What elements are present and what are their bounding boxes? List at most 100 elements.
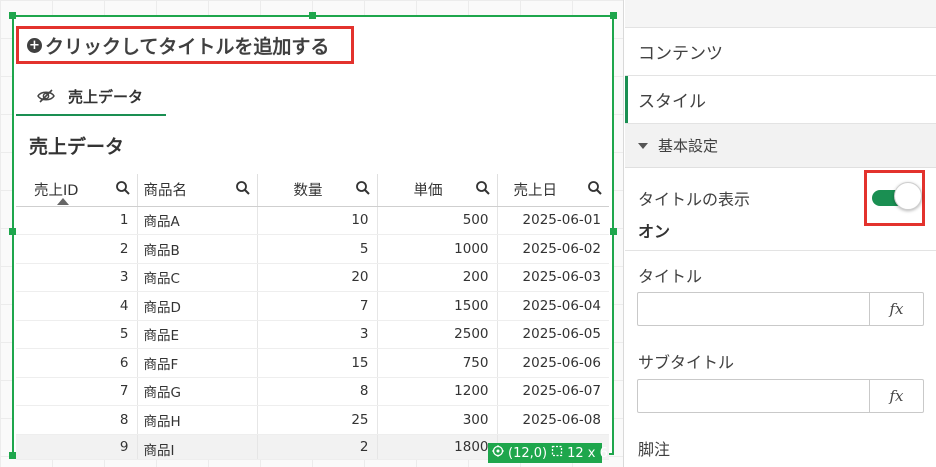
- cell-product: 商品A: [137, 206, 258, 235]
- cell-sales-id: 6: [16, 348, 138, 378]
- column-header-unit-price[interactable]: 単価: [377, 174, 498, 207]
- cell-unit-price: 1200: [377, 377, 498, 406]
- show-title-value: オン: [638, 222, 671, 241]
- column-header-label: 数量: [293, 183, 323, 200]
- cell-product: 商品I: [137, 434, 258, 460]
- cell-sales-id: 7: [16, 377, 138, 406]
- cell-product: 商品F: [137, 348, 258, 378]
- add-title-label: クリックしてタイトルを追加する: [45, 35, 330, 58]
- cell-quantity: 20: [257, 263, 378, 292]
- section-style[interactable]: スタイル: [625, 76, 936, 124]
- size-icon: [551, 445, 563, 461]
- column-header-quantity[interactable]: 数量: [257, 174, 378, 207]
- cell-quantity: 5: [257, 234, 378, 264]
- tab-label: 売上データ: [68, 87, 144, 106]
- search-icon[interactable]: [115, 180, 131, 200]
- cell-sales-id: 5: [16, 320, 138, 349]
- column-header-label: 商品名: [143, 183, 188, 200]
- cell-quantity: 25: [257, 405, 378, 435]
- cell-sales-id: 8: [16, 405, 138, 435]
- cell-product: 商品C: [137, 263, 258, 292]
- cell-quantity: 7: [257, 291, 378, 321]
- data-table: 売上ID 商品名 数量 単価 売上日 1 商品A 10 500 2025-06-…: [16, 174, 609, 460]
- subtitle-field-label: サブタイトル: [638, 353, 735, 372]
- search-icon[interactable]: [355, 180, 371, 200]
- cell-sales-id: 4: [16, 291, 138, 321]
- search-icon[interactable]: [235, 180, 251, 200]
- cell-quantity: 15: [257, 348, 378, 378]
- section-contents[interactable]: コンテンツ: [625, 28, 936, 76]
- cell-sales-id: 2: [16, 234, 138, 264]
- cell-quantity: 10: [257, 206, 378, 235]
- cell-product: 商品D: [137, 291, 258, 321]
- sheet-canvas: + クリックしてタイトルを追加する 売上データ 売上データ 売上ID 商品名 数…: [0, 0, 624, 467]
- table-row[interactable]: 6 商品F 15 750 2025-06-06: [16, 348, 609, 378]
- table-row[interactable]: 8 商品H 25 300 2025-06-08: [16, 405, 609, 435]
- subtitle-input-group: fx: [637, 379, 924, 413]
- column-header-label: 単価: [413, 183, 443, 200]
- sort-ascending-icon: [57, 197, 69, 205]
- cell-sales-date: 2025-06-08: [497, 405, 609, 435]
- column-header-product[interactable]: 商品名: [137, 174, 258, 207]
- resize-handle-top-right[interactable]: [610, 12, 617, 19]
- cell-sales-id: 9: [16, 434, 138, 460]
- cell-sales-id: 1: [16, 206, 138, 235]
- eye-off-icon: [36, 88, 56, 104]
- table-row[interactable]: 2 商品B 5 1000 2025-06-02: [16, 234, 609, 264]
- table-row[interactable]: 1 商品A 10 500 2025-06-01: [16, 206, 609, 235]
- toggle-knob: [893, 182, 922, 210]
- column-header-sales-id[interactable]: 売上ID: [16, 174, 138, 207]
- cell-quantity: 2: [257, 434, 378, 460]
- resize-handle-top-left[interactable]: [9, 12, 16, 19]
- table-title: 売上データ: [29, 136, 125, 158]
- table-row[interactable]: 7 商品G 8 1200 2025-06-07: [16, 377, 609, 406]
- group-basic-settings[interactable]: 基本設定: [625, 124, 936, 168]
- search-icon[interactable]: [475, 180, 491, 200]
- column-header-label: 売上日: [513, 183, 558, 200]
- section-label: コンテンツ: [638, 44, 723, 64]
- show-title-toggle[interactable]: [864, 170, 925, 226]
- cell-product: 商品G: [137, 377, 258, 406]
- title-field-label: タイトル: [638, 267, 703, 286]
- cell-sales-id: 3: [16, 263, 138, 292]
- subtitle-input[interactable]: [638, 380, 869, 412]
- cell-unit-price: 1800: [377, 434, 498, 460]
- search-icon[interactable]: [587, 180, 603, 200]
- cell-unit-price: 200: [377, 263, 498, 292]
- cell-unit-price: 300: [377, 405, 498, 435]
- target-icon: [492, 445, 504, 461]
- show-title-label: タイトルの表示: [638, 190, 751, 209]
- section-label: スタイル: [638, 92, 706, 112]
- plus-circle-icon: +: [27, 37, 42, 53]
- tab-sales-data[interactable]: 売上データ: [16, 78, 166, 116]
- resize-handle-top[interactable]: [309, 12, 316, 19]
- expression-button[interactable]: fx: [869, 293, 923, 325]
- add-title-button[interactable]: + クリックしてタイトルを追加する: [16, 26, 354, 64]
- resize-handle-right[interactable]: [610, 228, 617, 235]
- toggle-track: [871, 182, 922, 210]
- title-input-group: fx: [637, 292, 924, 326]
- status-badge: (12,0) 12 x 6: [488, 443, 608, 463]
- table-row[interactable]: 5 商品E 3 2500 2025-06-05: [16, 320, 609, 349]
- cell-sales-date: 2025-06-02: [497, 234, 609, 264]
- title-input[interactable]: [638, 293, 869, 325]
- fx-icon: fx: [889, 387, 904, 405]
- size-readout: 12 x 6: [567, 445, 608, 461]
- expression-button[interactable]: fx: [869, 380, 923, 412]
- caret-down-icon: [638, 142, 648, 149]
- divider: [625, 250, 936, 251]
- panel-top-strip: [625, 0, 936, 28]
- cell-unit-price: 2500: [377, 320, 498, 349]
- cell-unit-price: 1500: [377, 291, 498, 321]
- table-row[interactable]: 4 商品D 7 1500 2025-06-04: [16, 291, 609, 321]
- cell-unit-price: 500: [377, 206, 498, 235]
- position-readout: (12,0): [508, 445, 548, 461]
- cell-product: 商品E: [137, 320, 258, 349]
- cell-product: 商品H: [137, 405, 258, 435]
- cell-sales-date: 2025-06-05: [497, 320, 609, 349]
- resize-handle-left[interactable]: [9, 228, 16, 235]
- resize-handle-bottom-left[interactable]: [9, 452, 16, 459]
- cell-sales-date: 2025-06-07: [497, 377, 609, 406]
- column-header-sales-date[interactable]: 売上日: [497, 174, 609, 207]
- table-row[interactable]: 3 商品C 20 200 2025-06-03: [16, 263, 609, 292]
